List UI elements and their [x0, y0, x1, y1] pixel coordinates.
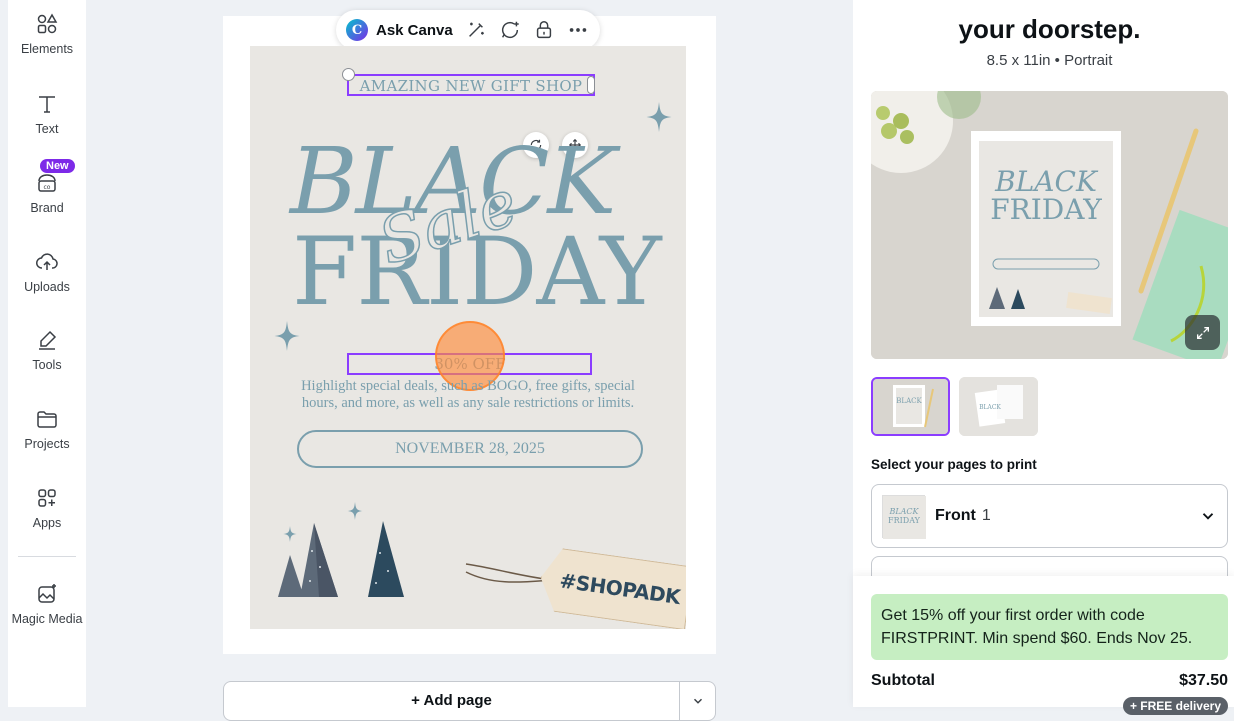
free-delivery-badge: + FREE delivery: [1122, 697, 1228, 715]
add-page-button[interactable]: + Add page: [223, 681, 680, 721]
sidebar-label: Apps: [32, 516, 62, 530]
ask-canva-toolbar: C Ask Canva: [336, 10, 600, 50]
sidebar-item-uploads[interactable]: Uploads: [8, 250, 86, 294]
shop-tag[interactable]: #SHOPADK: [536, 546, 686, 629]
date-pill[interactable]: NOVEMBER 28, 2025: [297, 430, 643, 468]
svg-text:FRIDAY: FRIDAY: [888, 516, 921, 525]
product-preview-image: BLACK FRIDAY: [871, 91, 1228, 359]
add-page-menu-button[interactable]: [680, 681, 716, 721]
new-badge: New: [40, 159, 75, 173]
folder-icon: [37, 411, 57, 428]
subtotal-value: $37.50: [1179, 672, 1228, 689]
checkout-summary: Get 15% off your first order with code F…: [853, 576, 1234, 715]
chevron-down-icon: [693, 698, 702, 704]
preview-thumbnail-2[interactable]: BLACK: [959, 377, 1038, 436]
comment-add-icon[interactable]: [499, 19, 521, 41]
design-page[interactable]: AMAZING NEW GIFT SHOP BLACK FRIDAY Sale …: [250, 46, 686, 629]
sparkle-icon: [347, 502, 363, 520]
svg-text:BLACK: BLACK: [896, 397, 922, 405]
expand-icon: [1196, 326, 1209, 339]
apps-icon: [38, 489, 56, 507]
page-thumbnail: BLACK FRIDAY: [882, 494, 926, 539]
sparkle-icon: [646, 102, 672, 132]
sidebar-item-tools[interactable]: Tools: [8, 328, 86, 372]
svg-text:co: co: [44, 184, 51, 191]
sidebar-divider: [18, 556, 76, 557]
christmas-trees-graphic: [278, 521, 404, 597]
uploads-icon: [36, 253, 58, 270]
brand-icon: co: [38, 174, 56, 192]
sidebar-item-brand[interactable]: New co Brand: [8, 159, 86, 215]
thumbnail-image: BLACK: [959, 377, 1038, 436]
mockup-scene: BLACK FRIDAY: [871, 91, 1228, 359]
expand-preview-button[interactable]: [1185, 315, 1220, 350]
lock-icon[interactable]: [533, 19, 555, 41]
sidebar-item-magic-media[interactable]: Magic Media: [8, 582, 86, 626]
sidebar-label: Tools: [32, 358, 62, 372]
sidebar-item-apps[interactable]: Apps: [8, 486, 86, 530]
sidebar-item-text[interactable]: Text: [8, 92, 86, 136]
elements-icon: [37, 13, 58, 34]
tag-string-graphic: [465, 563, 553, 583]
canvas-area: C Ask Canva AMAZING NEW GIFT SHOP BLACK …: [86, 0, 853, 721]
magic-media-icon: [38, 584, 56, 603]
ask-canva-button[interactable]: Ask Canva: [376, 22, 453, 39]
svg-text:FRIDAY: FRIDAY: [990, 193, 1102, 226]
shop-tag-text: #SHOPADK: [558, 568, 682, 610]
chevron-down-icon: [1202, 513, 1214, 520]
page-select-label: Front: [935, 507, 976, 524]
sidebar-label: Elements: [20, 42, 74, 56]
sidebar-label: Magic Media: [11, 612, 83, 626]
select-pages-label: Select your pages to print: [871, 457, 1037, 472]
more-icon[interactable]: [567, 19, 589, 41]
promo-banner: Get 15% off your first order with code F…: [871, 594, 1228, 660]
preview-thumbnail-1[interactable]: BLACK: [871, 377, 950, 436]
page-select-count: 1: [981, 507, 991, 524]
canva-logo-icon[interactable]: C: [346, 19, 368, 41]
body-text-line-2[interactable]: hours, and more, as well as any sale res…: [280, 395, 656, 412]
print-panel-title: your doorstep.: [958, 14, 1141, 44]
magic-wand-icon[interactable]: [465, 19, 487, 41]
print-panel-subtitle: 8.5 x 11in • Portrait: [986, 52, 1113, 69]
text-icon: [39, 96, 55, 113]
sidebar-item-elements[interactable]: Elements: [8, 12, 86, 56]
body-text-line-1[interactable]: Highlight special deals, such as BOGO, f…: [280, 378, 656, 395]
print-panel: your doorstep. 8.5 x 11in • Portrait BLA…: [853, 0, 1234, 715]
svg-text:BLACK: BLACK: [888, 507, 919, 516]
sidebar-label: Uploads: [24, 280, 70, 294]
sidebar-label: Brand: [30, 201, 64, 215]
sidebar-item-projects[interactable]: Projects: [8, 407, 86, 451]
svg-text:BLACK: BLACK: [979, 404, 1001, 411]
sidebar-label: Text: [35, 122, 59, 136]
pages-select-dropdown[interactable]: BLACK FRIDAY Front 1: [871, 484, 1228, 548]
left-sidebar: Elements Text New co Brand Uploads Tools…: [8, 0, 86, 707]
sidebar-label: Projects: [24, 437, 70, 451]
thumbnail-image: BLACK: [873, 379, 948, 434]
tools-icon: [39, 330, 57, 350]
subtotal-label: Subtotal: [871, 672, 935, 689]
gift-shop-text[interactable]: AMAZING NEW GIFT SHOP: [347, 75, 595, 97]
